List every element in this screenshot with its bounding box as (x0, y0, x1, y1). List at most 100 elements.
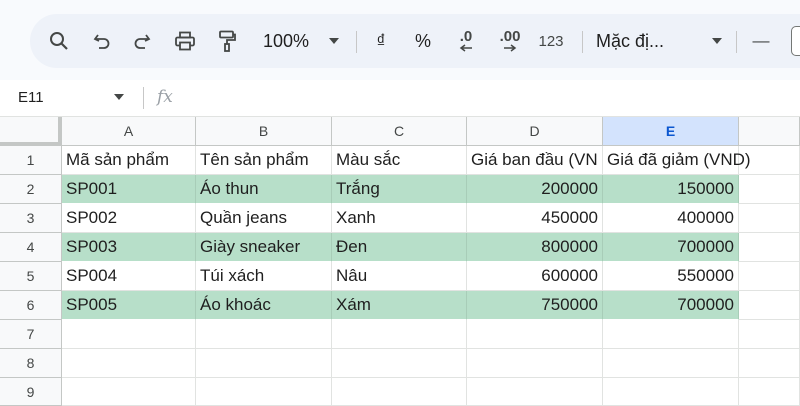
cell-e5[interactable]: 550000 (603, 262, 739, 291)
decrease-decimal-label: .0 (459, 28, 473, 45)
row-header-9[interactable]: 9 (0, 378, 62, 406)
column-header-c[interactable]: C (332, 117, 467, 146)
cell-d2[interactable]: 200000 (467, 175, 603, 204)
font-family-select[interactable]: Mặc đị... (596, 14, 702, 68)
cell-d5[interactable]: 600000 (467, 262, 603, 291)
zoom-select[interactable]: 100% (255, 14, 317, 68)
name-box-dropdown-icon[interactable] (114, 94, 124, 100)
empty-cell[interactable] (62, 320, 196, 349)
column-header[interactable] (739, 117, 800, 146)
cell-e6[interactable]: 700000 (603, 291, 739, 320)
cell-b6[interactable]: Áo khoác (196, 291, 332, 320)
row-header-7[interactable]: 7 (0, 320, 62, 349)
empty-cell[interactable] (739, 262, 800, 291)
select-all-corner[interactable] (0, 117, 62, 146)
cell-e4[interactable]: 700000 (603, 233, 739, 262)
row-header-8[interactable]: 8 (0, 349, 62, 378)
empty-cell[interactable] (332, 349, 467, 378)
cell-b2[interactable]: Áo thun (196, 175, 332, 204)
empty-cell[interactable] (467, 320, 603, 349)
cell-a6[interactable]: SP005 (62, 291, 196, 320)
empty-cell[interactable] (739, 349, 800, 378)
empty-cell[interactable] (467, 378, 603, 406)
cell-d4[interactable]: 800000 (467, 233, 603, 262)
currency-format-button[interactable]: ₫ (368, 14, 394, 68)
search-menus-icon[interactable] (44, 14, 74, 68)
print-icon[interactable] (170, 14, 200, 68)
row-header-6[interactable]: 6 (0, 291, 62, 320)
minus-icon: — (752, 31, 770, 50)
undo-icon[interactable] (87, 14, 117, 68)
row-header-4[interactable]: 4 (0, 233, 62, 262)
cell-e1[interactable]: Giá đã giảm (VND) (603, 146, 751, 175)
cell-b4[interactable]: Giày sneaker (196, 233, 332, 262)
toolbar-divider (582, 31, 583, 53)
cell-c2[interactable]: Trắng (332, 175, 467, 204)
empty-cell[interactable] (739, 378, 800, 406)
cell-c6[interactable]: Xám (332, 291, 467, 320)
empty-cell[interactable] (603, 349, 739, 378)
empty-cell[interactable] (332, 320, 467, 349)
cell-a1[interactable]: Mã sản phẩm (62, 146, 196, 175)
toolbar: 100% ₫ % .0 .00 123 Mặc đị... — 10 (30, 14, 800, 68)
cell-c3[interactable]: Xanh (332, 204, 467, 233)
empty-cell[interactable] (603, 378, 739, 406)
toolbar-divider (356, 31, 357, 53)
decrease-decimal-button[interactable]: .0 (448, 14, 484, 68)
cell-c4[interactable]: Đen (332, 233, 467, 262)
font-size-input[interactable]: 10 (791, 26, 800, 56)
cell-a2[interactable]: SP001 (62, 175, 196, 204)
name-box[interactable]: E11 (18, 89, 44, 106)
empty-cell[interactable] (739, 175, 800, 204)
column-header-a[interactable]: A (62, 117, 196, 146)
empty-cell[interactable] (739, 320, 800, 349)
cell-d1[interactable]: Giá ban đầu (VN (467, 146, 603, 175)
row-header-3[interactable]: 3 (0, 204, 62, 233)
paint-format-icon[interactable] (212, 14, 242, 68)
cell-a5[interactable]: SP004 (62, 262, 196, 291)
cell-d3[interactable]: 450000 (467, 204, 603, 233)
column-header-b[interactable]: B (196, 117, 332, 146)
cell-e2[interactable]: 150000 (603, 175, 739, 204)
row-header-5[interactable]: 5 (0, 262, 62, 291)
cell-b3[interactable]: Quần jeans (196, 204, 332, 233)
empty-cell[interactable] (196, 349, 332, 378)
empty-cell[interactable] (467, 349, 603, 378)
toolbar-divider (736, 31, 737, 53)
column-header-d[interactable]: D (467, 117, 603, 146)
percent-format-button[interactable]: % (408, 14, 438, 68)
column-header-e[interactable]: E (603, 117, 739, 146)
empty-cell[interactable] (739, 204, 800, 233)
cell-a4[interactable]: SP003 (62, 233, 196, 262)
fx-icon: fx (157, 87, 173, 107)
cell-c5[interactable]: Nâu (332, 262, 467, 291)
increase-decimal-button[interactable]: .00 (490, 14, 530, 68)
empty-cell[interactable] (739, 233, 800, 262)
increase-decimal-label: .00 (499, 28, 521, 45)
empty-cell[interactable] (739, 291, 800, 320)
row-header-2[interactable]: 2 (0, 175, 62, 204)
redo-icon[interactable] (127, 14, 157, 68)
cell-e3[interactable]: 400000 (603, 204, 739, 233)
empty-cell[interactable] (196, 320, 332, 349)
empty-cell[interactable] (739, 146, 800, 175)
cell-a3[interactable]: SP002 (62, 204, 196, 233)
cell-b5[interactable]: Túi xách (196, 262, 332, 291)
cell-d6[interactable]: 750000 (467, 291, 603, 320)
formula-input[interactable] (190, 86, 790, 110)
cell-b1[interactable]: Tên sản phẩm (196, 146, 332, 175)
empty-cell[interactable] (603, 320, 739, 349)
empty-cell[interactable] (62, 378, 196, 406)
cell-c1[interactable]: Màu sắc (332, 146, 467, 175)
arrow-right-icon (503, 44, 517, 52)
formula-bar: E11 fx (0, 80, 800, 117)
empty-cell[interactable] (332, 378, 467, 406)
decrease-font-size-button[interactable]: — (746, 14, 776, 68)
zoom-dropdown-icon[interactable] (326, 14, 342, 68)
font-dropdown-icon[interactable] (708, 14, 726, 68)
formula-bar-divider (143, 87, 144, 109)
empty-cell[interactable] (196, 378, 332, 406)
row-header-1[interactable]: 1 (0, 146, 62, 175)
empty-cell[interactable] (62, 349, 196, 378)
more-formats-button[interactable]: 123 (534, 14, 568, 68)
